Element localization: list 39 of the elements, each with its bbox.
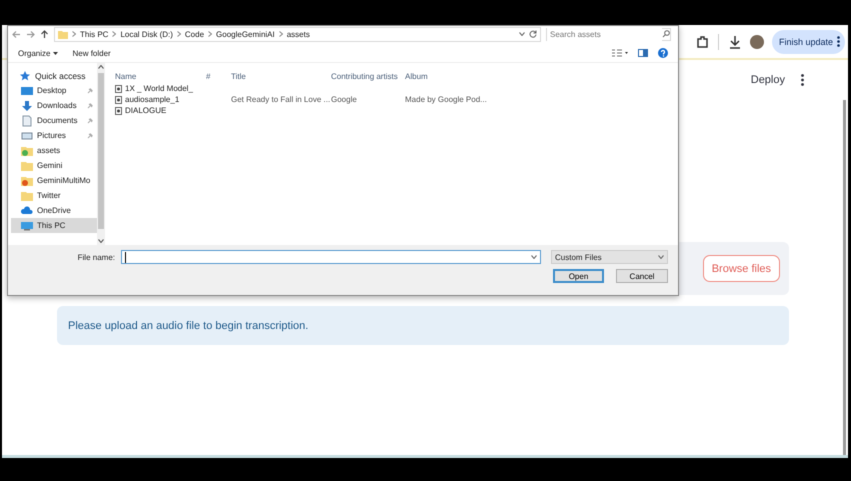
dialog-button[interactable]: Open xyxy=(553,269,604,283)
file-name-label: File name: xyxy=(78,252,115,262)
nav-item[interactable]: Gemini xyxy=(11,158,97,173)
deploy-button[interactable]: Deploy xyxy=(750,74,785,86)
column-header[interactable]: # xyxy=(206,72,231,80)
nav-item[interactable]: OneDrive xyxy=(11,203,97,218)
nav-item[interactable]: assets xyxy=(11,143,97,158)
column-header[interactable]: Name xyxy=(115,72,206,80)
dialog-button[interactable]: Cancel xyxy=(616,269,668,283)
column-header[interactable]: Album xyxy=(405,72,515,80)
info-message: Please upload an audio file to begin transcription. xyxy=(68,320,308,332)
browse-files-button[interactable]: Browse files xyxy=(702,255,780,282)
nav-item[interactable]: Pictures xyxy=(11,128,97,143)
nav-item[interactable]: GeminiMultiMo xyxy=(11,173,97,188)
breadcrumb-item[interactable]: This PC xyxy=(80,30,108,38)
nav-item[interactable]: Twitter xyxy=(11,188,97,203)
table-cell-text: Made by Google Pod... xyxy=(405,95,488,104)
file-name[interactable]: DIALOGUE xyxy=(125,106,166,115)
address-bar[interactable]: This PC Local Disk (D:) Code GoogleGeminiAI assets xyxy=(54,26,541,42)
nav-item[interactable]: Downloads xyxy=(11,98,97,113)
nav-item[interactable]: Desktop xyxy=(11,83,97,98)
table-cell: Get Ready to Fall in Love ... xyxy=(231,95,331,104)
nav-item[interactable]: Documents xyxy=(11,113,97,128)
column-header[interactable]: Title xyxy=(231,72,331,80)
new-folder-button[interactable]: New folder xyxy=(72,48,111,58)
file-name[interactable]: audiosample_1 xyxy=(125,95,180,104)
table-cell-text: Google xyxy=(331,95,358,104)
breadcrumb-item[interactable]: Local Disk (D:) xyxy=(120,30,173,38)
file-name[interactable]: 1X _ World Model_ xyxy=(125,84,193,93)
organize-button[interactable]: Organize xyxy=(18,48,58,58)
nav-item[interactable]: This PC xyxy=(11,218,97,233)
column-header[interactable]: Contributing artists xyxy=(331,72,405,80)
breadcrumb-item[interactable]: GoogleGeminiAI xyxy=(216,30,275,38)
search-field[interactable]: Search assets xyxy=(546,28,671,40)
breadcrumb-item[interactable]: assets xyxy=(286,30,310,38)
breadcrumb-item[interactable]: Code xyxy=(184,30,204,38)
nav-item[interactable]: Quick access xyxy=(11,68,97,83)
file-type-dropdown[interactable]: Custom Files xyxy=(551,250,668,264)
update-button[interactable]: Finish update xyxy=(772,30,845,54)
